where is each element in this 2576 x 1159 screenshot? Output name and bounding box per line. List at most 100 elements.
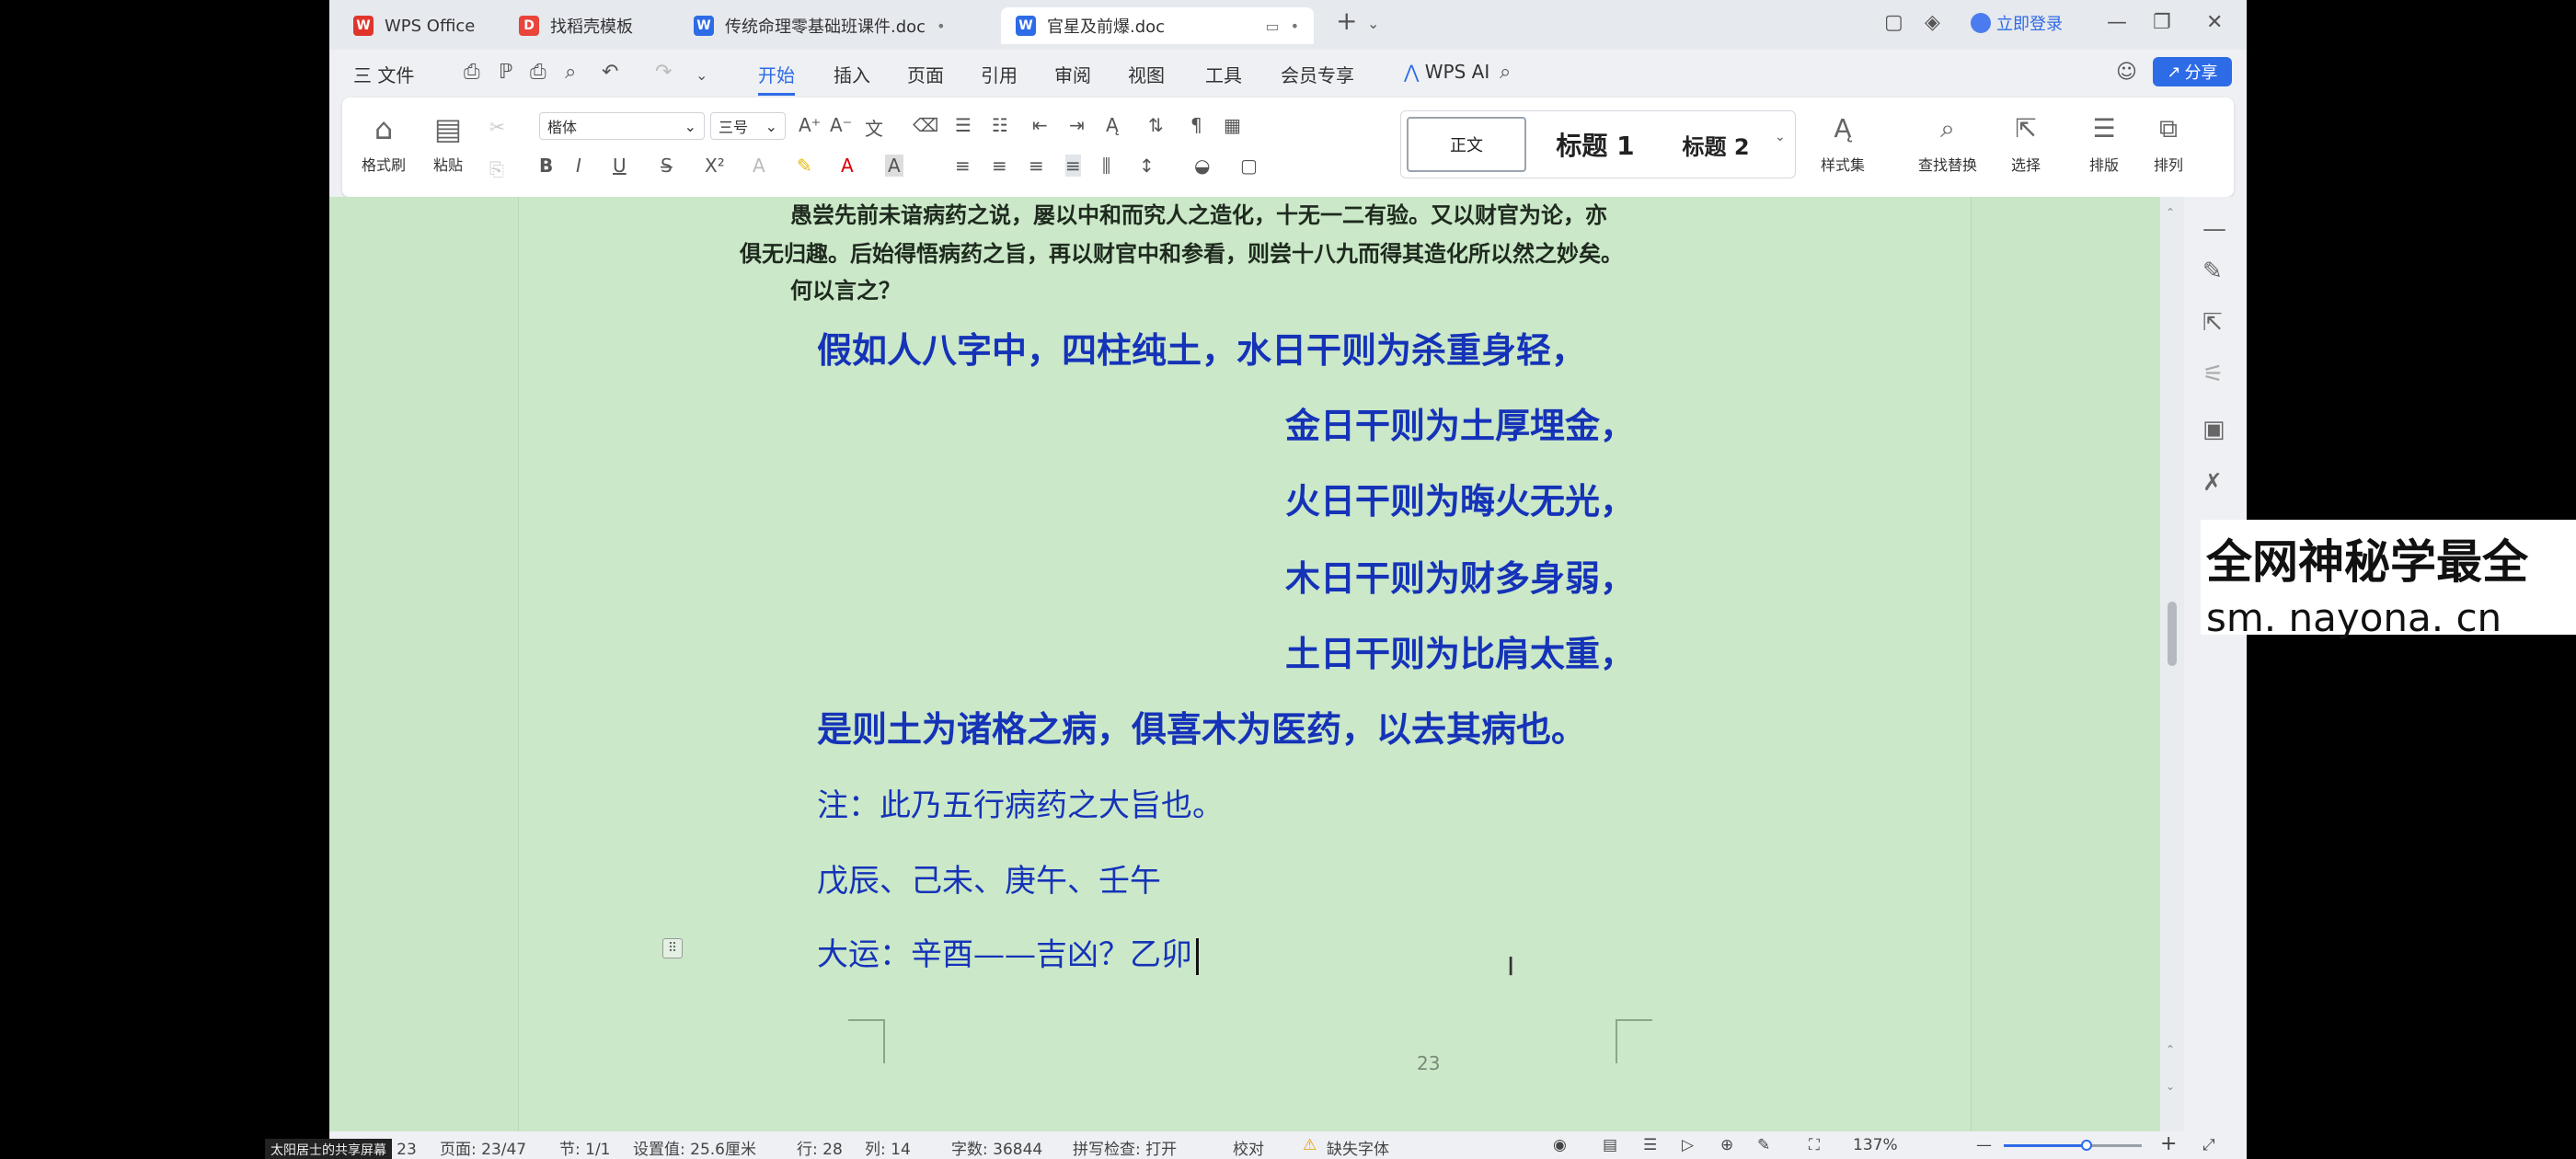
tab-references[interactable]: 引用 [981, 61, 1018, 87]
close-icon[interactable]: • [937, 17, 945, 35]
document-page[interactable]: 愚尝先前未谙病药之说，屡以中和而究人之造化，十无一二有验。又以财官为论，亦 俱无… [518, 197, 1972, 1131]
style-heading2[interactable]: 标题 2 [1661, 117, 1771, 172]
status-col[interactable]: 列: 14 [865, 1136, 911, 1159]
login-button[interactable]: 立即登录 [1971, 11, 2063, 35]
cube-icon[interactable]: ◈ [1925, 11, 1940, 34]
tab-page[interactable]: 页面 [907, 61, 944, 87]
image-edit-icon[interactable]: ▣ [2202, 416, 2225, 443]
zoom-out-icon[interactable]: — [1976, 1136, 1992, 1154]
zoom-in-icon[interactable]: + [2160, 1132, 2177, 1155]
monitor-icon[interactable]: ▭ [1265, 17, 1279, 35]
chevron-down-icon[interactable]: ⌄ [696, 66, 707, 84]
redo-icon[interactable]: ↷ [655, 61, 672, 84]
status-pages[interactable]: 页面: 23/47 [440, 1136, 526, 1159]
scroll-up-icon[interactable]: ⌃ [2166, 206, 2175, 219]
border-icon[interactable]: ▢ [1240, 155, 1258, 177]
format-icon[interactable]: ℙ [499, 61, 512, 84]
format-painter-button[interactable]: ⌂ 格式刷 [351, 110, 416, 175]
save-icon[interactable]: ⎙ [464, 61, 480, 84]
line-spacing-icon[interactable]: ↕ [1139, 155, 1155, 177]
style-heading1[interactable]: 标题 1 [1535, 117, 1655, 172]
file-menu[interactable]: 三 文件 [353, 61, 414, 87]
tab-course-doc[interactable]: W 传统命理零基础班课件.doc • [679, 7, 960, 44]
minimize-icon[interactable]: — [2107, 11, 2127, 34]
tab-tools[interactable]: 工具 [1205, 61, 1242, 87]
copy-icon[interactable]: ⎘ [489, 158, 504, 180]
print-preview-icon[interactable]: ⌕ [565, 61, 576, 84]
font-name-select[interactable]: 楷体 ⌄ [539, 112, 705, 140]
tab-member[interactable]: 会员专享 [1281, 61, 1354, 87]
close-window-icon[interactable]: ✕ [2206, 11, 2223, 34]
adjust-icon[interactable]: ⚟ [2202, 361, 2224, 388]
style-normal[interactable]: 正文 [1407, 117, 1526, 172]
style-set-button[interactable]: Ą 样式集 [1801, 110, 1884, 175]
strikethrough-icon[interactable]: S̶ [661, 155, 673, 177]
tab-wps-office[interactable]: W WPS Office [339, 7, 489, 44]
align-right-icon[interactable]: ≡ [1029, 155, 1044, 177]
status-missing-font[interactable]: 缺失字体 [1327, 1136, 1389, 1159]
bold-icon[interactable]: B [539, 155, 553, 177]
text-direction-icon[interactable]: Ą [1106, 114, 1119, 136]
search-icon[interactable]: ⌕ [1500, 61, 1511, 84]
collab-icon[interactable]: ☺ [2116, 61, 2137, 84]
fullscreen-icon[interactable]: ⤢ [2202, 1136, 2215, 1154]
play-icon[interactable]: ▷ [1682, 1136, 1694, 1154]
superscript-icon[interactable]: X² [705, 155, 725, 177]
prev-page-icon[interactable]: ⌃ [2166, 1043, 2175, 1056]
tab-home[interactable]: 开始 [758, 61, 795, 96]
numbered-list-icon[interactable]: ☷ [992, 114, 1008, 136]
shading-icon[interactable]: ◒ [1194, 155, 1210, 177]
text-effect-icon[interactable]: A [753, 155, 765, 177]
find-replace-button[interactable]: ⌕ 查找替换 [1897, 110, 1998, 175]
tab-insert[interactable]: 插入 [834, 61, 870, 87]
scrollbar-thumb[interactable] [2168, 602, 2177, 666]
style-more-icon[interactable]: ⌄ [1775, 130, 1786, 144]
status-row[interactable]: 行: 28 [797, 1136, 843, 1159]
decrease-indent-icon[interactable]: ⇤ [1032, 114, 1048, 136]
clear-format-icon[interactable]: ⌫ [913, 114, 938, 136]
sort-icon[interactable]: ⇅ [1148, 114, 1164, 136]
align-left-icon[interactable]: ≡ [955, 155, 971, 177]
tools-icon[interactable]: ✗ [2202, 469, 2223, 497]
document-area[interactable]: 愚尝先前未谙病药之说，屡以中和而究人之造化，十无一二有验。又以财官为论，亦 俱无… [329, 197, 2160, 1131]
chevron-down-icon[interactable]: ⌄ [1367, 15, 1379, 32]
zoom-slider-knob[interactable] [2081, 1140, 2092, 1151]
underline-icon[interactable]: U [613, 155, 627, 177]
status-proofread[interactable]: 校对 [1233, 1136, 1264, 1159]
share-button[interactable]: ↗ 分享 [2153, 57, 2232, 86]
align-center-icon[interactable]: ≡ [992, 155, 1007, 177]
distribute-icon[interactable]: ⫼ [1102, 155, 1110, 177]
fit-page-icon[interactable]: ⛶ [1809, 1136, 1820, 1154]
status-section[interactable]: 节: 1/1 [559, 1136, 611, 1159]
tab-active-doc[interactable]: W 官星及前爆.doc ▭ • [1001, 7, 1314, 44]
paragraph-drag-handle[interactable]: ⠿ [662, 938, 683, 958]
highlight-icon[interactable]: ✎ [797, 155, 812, 177]
next-page-icon[interactable]: ⌄ [2166, 1080, 2175, 1093]
outline-view-icon[interactable]: ☰ [1643, 1136, 1657, 1154]
tab-view[interactable]: 视图 [1128, 61, 1165, 87]
web-view-icon[interactable]: ⊕ [1720, 1136, 1733, 1154]
undo-icon[interactable]: ↶ [602, 61, 618, 84]
phonetic-icon[interactable]: 文 [865, 114, 883, 141]
status-word-count[interactable]: 字数: 36844 [951, 1136, 1042, 1159]
bullet-list-icon[interactable]: ☰ [955, 114, 972, 136]
zoom-level[interactable]: 137% [1853, 1136, 1898, 1154]
collapse-icon[interactable]: — [2202, 215, 2226, 243]
paste-button[interactable]: ▤ 粘贴 [416, 110, 480, 175]
table-icon[interactable]: ▦ [1224, 114, 1241, 136]
tab-docer-templates[interactable]: D 找稻壳模板 [504, 7, 648, 44]
restore-icon[interactable]: ❐ [2153, 11, 2171, 34]
eye-icon[interactable]: ◉ [1553, 1136, 1567, 1154]
wps-ai-button[interactable]: ⋀ WPS AI [1404, 61, 1489, 83]
status-setting[interactable]: 设置值: 25.6厘米 [633, 1136, 756, 1159]
print-icon[interactable]: ⎙ [530, 61, 546, 84]
select-arrow-icon[interactable]: ⇱ [2202, 309, 2223, 337]
vertical-scrollbar[interactable]: ⌃ ⌃ ⌄ [2160, 197, 2184, 1131]
shrink-font-icon[interactable]: A⁻ [830, 114, 852, 136]
new-tab-icon[interactable]: + [1336, 6, 1357, 36]
zoom-slider[interactable] [2004, 1140, 2142, 1151]
tab-review[interactable]: 审阅 [1054, 61, 1091, 87]
increase-indent-icon[interactable]: ⇥ [1069, 114, 1085, 136]
show-marks-icon[interactable]: ¶ [1190, 114, 1202, 136]
arrange-button[interactable]: ⧉ 排列 [2136, 110, 2201, 175]
